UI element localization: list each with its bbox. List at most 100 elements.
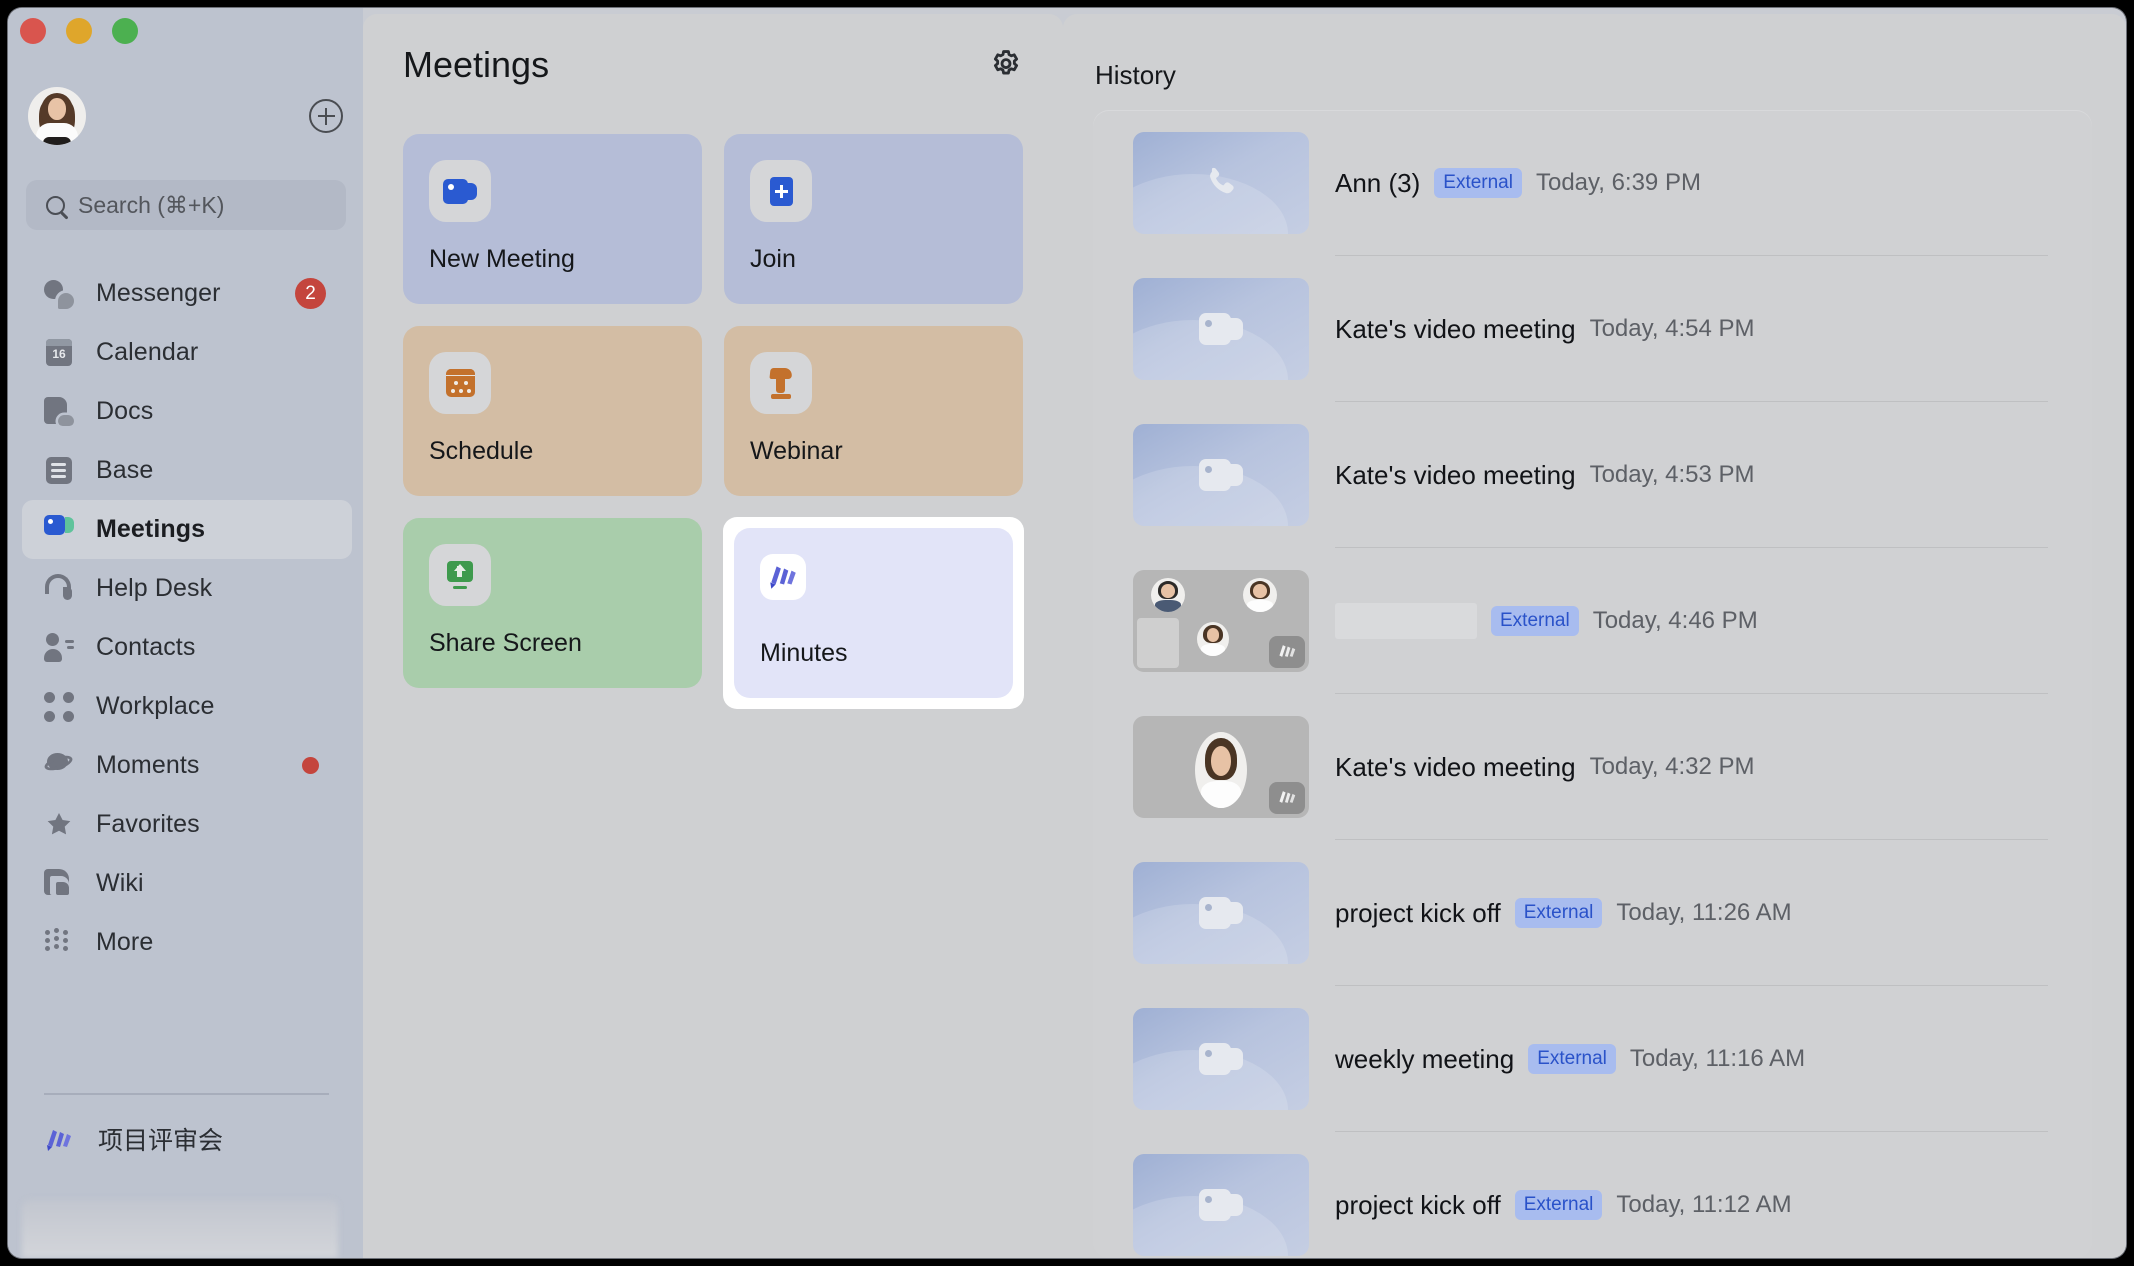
history-item-name-redacted [1335,603,1477,639]
history-item-name: project kick off [1335,1189,1501,1220]
tile-join[interactable]: Join [724,134,1023,304]
history-row-body: project kick off External Today, 11:26 A… [1335,840,2092,986]
sidebar-item-base[interactable]: Base [22,441,352,500]
history-row-body: weekly meeting External Today, 11:16 AM [1335,986,2092,1132]
account-row [28,86,343,146]
headset-icon [44,573,74,604]
tile-new-meeting[interactable]: New Meeting [403,134,702,304]
history-item-time: Today, 4:46 PM [1592,607,1758,634]
history-row-body: project kick off External Today, 11:12 A… [1335,1132,2092,1258]
avatar[interactable] [28,87,86,145]
tile-label: Share Screen [429,629,582,657]
status-badge: External [1491,606,1579,636]
history-item-time: Today, 4:32 PM [1589,753,1755,780]
history-row[interactable]: Ann (3) External Today, 6:39 PM [1093,110,2092,256]
sidebar-item-messenger[interactable]: Messenger 2 [22,264,352,323]
tile-minutes[interactable]: Minutes [734,528,1013,698]
search-placeholder: Search (⌘+K) [78,191,225,218]
tile-label: Webinar [750,437,843,465]
tile-label: Schedule [429,437,534,465]
zoom-window-button[interactable] [112,18,138,44]
history-panel: History Ann (3) External Today, 6:39 PM [1063,14,2126,1258]
sidebar-item-wiki[interactable]: Wiki [22,854,352,913]
moments-icon [42,751,75,781]
history-item-name: project kick off [1335,897,1501,928]
plus-box-icon [750,160,812,222]
sidebar-item-calendar[interactable]: 16 Calendar [22,323,352,382]
window-traffic-lights [20,18,138,44]
history-list[interactable]: Ann (3) External Today, 6:39 PM Kate's v… [1093,110,2092,1258]
sidebar-item-workplace[interactable]: Workplace [22,677,352,736]
tile-label: Minutes [760,639,848,667]
video-camera-icon [429,160,491,222]
workplace-icon [44,691,74,722]
podium-icon [750,352,812,414]
history-row[interactable]: project kick off External Today, 11:26 A… [1093,840,2092,986]
history-row-body: Kate's video meeting Today, 4:53 PM [1335,402,2092,548]
close-window-button[interactable] [20,18,46,44]
sidebar-item-help-desk[interactable]: Help Desk [22,559,352,618]
search-input[interactable]: Search (⌘+K) [26,180,346,230]
sidebar-item-more[interactable]: More [22,913,352,972]
history-row[interactable]: weekly meeting External Today, 11:16 AM [1093,986,2092,1132]
sidebar-item-label: Help Desk [96,574,213,602]
status-badge: External [1434,168,1522,198]
app-window: Search (⌘+K) Messenger 2 16 Calendar Doc… [8,8,2126,1258]
history-row-body: External Today, 4:46 PM [1335,548,2092,694]
sidebar-item-meetings[interactable]: Meetings [22,500,352,559]
sidebar-item-label: Docs [96,397,154,425]
history-row[interactable]: Kate's video meeting Today, 4:54 PM [1093,256,2092,402]
sidebar-item-label: Moments [96,751,200,779]
moments-unread-dot [302,757,319,774]
sidebar-item-contacts[interactable]: Contacts [22,618,352,677]
minutes-icon [44,1126,76,1152]
minimize-window-button[interactable] [66,18,92,44]
history-item-time: Today, 4:54 PM [1589,315,1755,342]
more-grid-icon [44,927,74,958]
sidebar-item-label: Wiki [96,869,144,897]
sidebar-item-docs[interactable]: Docs [22,382,352,441]
meetings-header: Meetings [403,44,1023,86]
video-thumbnail [1133,1008,1309,1110]
sidebar-item-label: More [96,928,154,956]
status-badge: External [1528,1044,1616,1074]
history-item-time: Today, 6:39 PM [1535,169,1701,196]
star-icon [44,810,74,840]
status-badge: External [1514,898,1603,928]
video-thumbnail [1133,424,1309,526]
status-badge: External [1514,1190,1603,1220]
video-thumbnail [1133,278,1309,380]
sidebar-item-label: Meetings [96,515,206,543]
meeting-grid-thumbnail [1133,570,1309,672]
video-thumbnail [1133,1154,1309,1256]
base-icon [44,456,74,486]
participant-avatar [1195,732,1247,808]
sidebar-item-label: Workplace [96,692,215,720]
wiki-icon [44,868,74,899]
sidebar: Search (⌘+K) Messenger 2 16 Calendar Doc… [8,8,363,1258]
messenger-badge: 2 [295,278,326,309]
meeting-single-thumbnail [1133,716,1309,818]
add-icon[interactable] [309,99,343,133]
history-item-time: Today, 11:16 AM [1629,1045,1806,1072]
search-icon [46,195,65,215]
sidebar-item-favorites[interactable]: Favorites [22,795,352,854]
tile-webinar[interactable]: Webinar [724,326,1023,496]
history-row[interactable]: Kate's video meeting Today, 4:53 PM [1093,402,2092,548]
participant-avatar [1243,578,1277,612]
sidebar-item-moments[interactable]: Moments [22,736,352,795]
tile-share-screen[interactable]: Share Screen [403,518,702,688]
meetings-tile-grid: New Meeting Join Schedule Webinar Share … [403,134,1023,708]
tile-label: New Meeting [429,245,575,273]
gear-icon[interactable] [989,48,1023,82]
history-row[interactable]: Kate's video meeting Today, 4:32 PM [1093,694,2092,840]
sidebar-item-pinned-minutes[interactable]: 项目评审会 [22,1108,352,1170]
messenger-icon [44,279,74,309]
history-row[interactable]: External Today, 4:46 PM [1093,548,2092,694]
history-item-name: Ann (3) [1335,167,1421,198]
history-row-body: Kate's video meeting Today, 4:32 PM [1335,694,2092,840]
tile-schedule[interactable]: Schedule [403,326,702,496]
history-item-time: Today, 11:26 AM [1616,899,1792,926]
minutes-logo-icon [760,554,806,600]
history-row[interactable]: project kick off External Today, 11:12 A… [1093,1132,2092,1258]
